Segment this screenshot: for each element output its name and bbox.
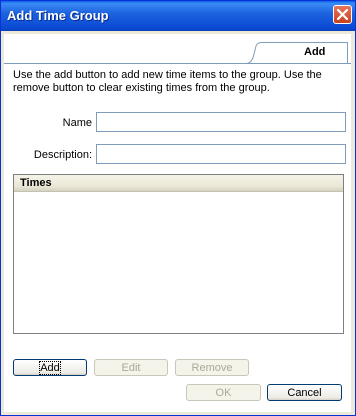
window-title: Add Time Group [7,8,109,23]
dialog-window: Add Time Group Add Use the add button to… [0,0,356,416]
edit-button-label: Edit [121,361,141,374]
remove-button[interactable]: Remove [175,359,249,376]
ok-button[interactable]: OK [186,384,261,401]
times-list[interactable]: Times [13,174,344,334]
remove-button-label: Remove [191,361,233,374]
name-field[interactable] [96,112,346,132]
tab-add[interactable] [238,42,348,64]
title-bar[interactable]: Add Time Group [1,1,355,31]
edit-button[interactable]: Edit [94,359,168,376]
cancel-button[interactable]: Cancel [267,384,342,401]
dialog-panel: Add Use the add button to add new time i… [4,34,351,412]
add-button[interactable]: Add [13,359,87,376]
description-label: Description: [33,149,92,161]
times-header-label: Times [20,177,52,189]
close-button[interactable] [333,5,352,24]
tab-add-label: Add [304,46,326,58]
name-label: Name [62,117,92,129]
ok-button-label: OK [215,386,232,399]
description-field[interactable] [96,144,346,164]
add-button-label: Add [39,360,61,375]
close-icon [337,9,348,20]
cancel-button-label: Cancel [287,386,322,399]
times-column-header[interactable]: Times [14,175,343,192]
instructions-text: Use the add button to add new time items… [13,69,322,94]
